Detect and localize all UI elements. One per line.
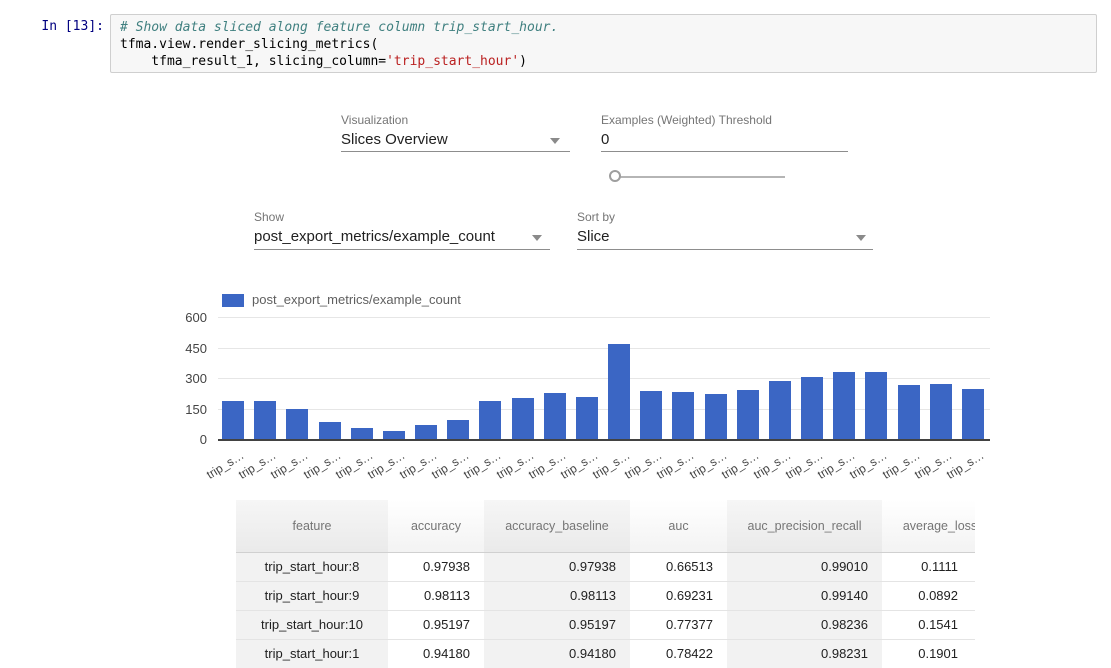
feature-cell: trip_start_hour:8	[236, 552, 388, 581]
y-tick-label: 150	[167, 402, 207, 417]
threshold-input[interactable]: 0	[601, 131, 609, 148]
code-comment: # Show data sliced along feature column …	[120, 20, 558, 35]
bar[interactable]	[801, 377, 823, 439]
legend-label: post_export_metrics/example_count	[252, 292, 461, 307]
metric-cell: 0.0892	[882, 581, 975, 610]
bar[interactable]	[769, 381, 791, 439]
bar[interactable]	[833, 372, 855, 439]
gridline	[218, 317, 990, 318]
gridline	[218, 348, 990, 349]
column-header-auc[interactable]: auc	[630, 500, 727, 552]
bar[interactable]	[447, 420, 469, 439]
table-row[interactable]: trip_start_hour:10.941800.941800.784220.…	[236, 639, 975, 668]
show-metric-dropdown[interactable]: post_export_metrics/example_count	[254, 228, 495, 245]
feature-cell: trip_start_hour:10	[236, 610, 388, 639]
bar[interactable]	[705, 394, 727, 439]
y-tick-label: 300	[167, 371, 207, 386]
bar[interactable]	[319, 422, 341, 439]
metric-cell: 0.66513	[630, 552, 727, 581]
column-header-average_loss[interactable]: average_loss	[882, 500, 975, 552]
metric-cell: 0.98113	[484, 581, 630, 610]
metric-cell: 0.1901	[882, 639, 975, 668]
notebook-page: In [13]: # Show data sliced along featur…	[0, 0, 1111, 668]
bar[interactable]	[544, 393, 566, 439]
metrics-table: featureaccuracyaccuracy_baselineaucauc_p…	[236, 500, 975, 668]
bar-chart: post_export_metrics/example_count 0 150 30…	[160, 288, 1040, 488]
code-string-literal: 'trip_start_hour'	[386, 54, 519, 69]
bar[interactable]	[479, 401, 501, 439]
bar[interactable]	[930, 384, 952, 439]
feature-cell: trip_start_hour:9	[236, 581, 388, 610]
table-row[interactable]: trip_start_hour:80.979380.979380.665130.…	[236, 552, 975, 581]
bar[interactable]	[222, 401, 244, 439]
metric-cell: 0.1111	[882, 552, 975, 581]
cell-prompt: In [13]:	[14, 19, 104, 34]
column-header-feature[interactable]: feature	[236, 500, 388, 552]
chevron-down-icon[interactable]	[550, 138, 560, 144]
metric-cell: 0.98113	[388, 581, 484, 610]
bar[interactable]	[898, 385, 920, 439]
metrics-table-container: featureaccuracyaccuracy_baselineaucauc_p…	[236, 500, 975, 668]
chevron-down-icon[interactable]	[532, 235, 542, 241]
metric-cell: 0.99140	[727, 581, 882, 610]
bar[interactable]	[608, 344, 630, 439]
bar[interactable]	[640, 391, 662, 439]
chevron-down-icon[interactable]	[856, 235, 866, 241]
bar[interactable]	[351, 428, 373, 439]
table-header-row: featureaccuracyaccuracy_baselineaucauc_p…	[236, 500, 975, 552]
code-arg-prefix: tfma_result_1, slicing_column=	[120, 54, 386, 69]
sort-by-label: Sort by	[577, 210, 615, 224]
metric-cell: 0.95197	[484, 610, 630, 639]
visualization-label: Visualization	[341, 113, 408, 127]
column-header-auc_precision_recall[interactable]: auc_precision_recall	[727, 500, 882, 552]
feature-cell: trip_start_hour:1	[236, 639, 388, 668]
y-tick-label: 600	[167, 310, 207, 325]
metric-cell: 0.69231	[630, 581, 727, 610]
metric-cell: 0.97938	[484, 552, 630, 581]
metric-cell: 0.98231	[727, 639, 882, 668]
metric-cell: 0.94180	[484, 639, 630, 668]
metric-cell: 0.1541	[882, 610, 975, 639]
code-arg-suffix: )	[519, 54, 527, 69]
bar[interactable]	[415, 425, 437, 439]
x-axis-line	[218, 439, 990, 441]
sort-underline	[577, 249, 873, 250]
column-header-accuracy[interactable]: accuracy	[388, 500, 484, 552]
metric-cell: 0.77377	[630, 610, 727, 639]
metric-cell: 0.97938	[388, 552, 484, 581]
legend-swatch	[222, 294, 244, 307]
code-editor[interactable]: # Show data sliced along feature column …	[110, 14, 1097, 73]
threshold-slider[interactable]	[616, 176, 785, 178]
metric-cell: 0.94180	[388, 639, 484, 668]
bar[interactable]	[576, 397, 598, 439]
bar[interactable]	[962, 389, 984, 439]
y-tick-label: 450	[167, 341, 207, 356]
bar[interactable]	[383, 431, 405, 439]
show-underline	[254, 249, 550, 250]
y-tick-label: 0	[167, 432, 207, 447]
table-row[interactable]: trip_start_hour:100.951970.951970.773770…	[236, 610, 975, 639]
bar[interactable]	[254, 401, 276, 439]
metric-cell: 0.98236	[727, 610, 882, 639]
bar[interactable]	[865, 372, 887, 439]
visualization-dropdown[interactable]: Slices Overview	[341, 131, 448, 148]
slider-thumb[interactable]	[609, 170, 621, 182]
show-label: Show	[254, 210, 284, 224]
metric-cell: 0.99010	[727, 552, 882, 581]
metric-cell: 0.78422	[630, 639, 727, 668]
bar[interactable]	[672, 392, 694, 439]
code-call-line: tfma.view.render_slicing_metrics(	[120, 37, 378, 52]
bar[interactable]	[286, 409, 308, 439]
bar[interactable]	[512, 398, 534, 439]
column-header-accuracy_baseline[interactable]: accuracy_baseline	[484, 500, 630, 552]
threshold-underline	[601, 151, 848, 152]
table-row[interactable]: trip_start_hour:90.981130.981130.692310.…	[236, 581, 975, 610]
visualization-underline	[341, 151, 570, 152]
metric-cell: 0.95197	[388, 610, 484, 639]
bar[interactable]	[737, 390, 759, 439]
sort-by-dropdown[interactable]: Slice	[577, 228, 610, 245]
threshold-label: Examples (Weighted) Threshold	[601, 113, 772, 127]
